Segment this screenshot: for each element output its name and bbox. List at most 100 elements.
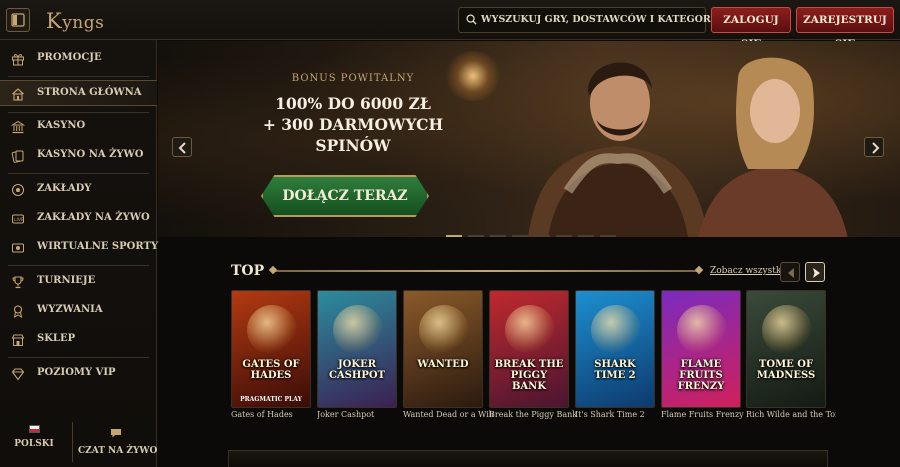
sidebar-item-label: ZAKŁADY <box>37 183 92 194</box>
arrow-right-icon <box>813 268 820 278</box>
sidebar-item-home[interactable]: STRONA GŁÓWNA <box>0 80 157 106</box>
live-icon: LIVE <box>12 214 24 224</box>
join-now-button[interactable]: DOŁĄCZ TERAZ <box>261 175 429 217</box>
game-tile[interactable]: FLAME FRUITS FRENZY Flame Fruits Frenzy <box>661 290 744 419</box>
sidebar-item-bets[interactable]: ZAKŁADY <box>0 177 157 203</box>
search-placeholder: WYSZUKUJ GRY, DOSTAWCÓW I KATEGORIE <box>481 14 723 25</box>
hero-queen-figure <box>698 57 848 237</box>
carousel-dot[interactable] <box>556 235 572 237</box>
sidebar-item-virtual-sports[interactable]: WIRTUALNE SPORTY <box>0 235 158 261</box>
game-artwork <box>762 305 812 355</box>
sidebar-toggle-icon <box>11 13 25 27</box>
hero-next-button[interactable] <box>864 137 884 157</box>
games-next-button[interactable] <box>805 262 825 282</box>
carousel-dot[interactable] <box>512 235 528 237</box>
game-thumbnail[interactable]: WANTED <box>403 290 483 408</box>
sidebar-divider <box>8 265 149 266</box>
sidebar-item-label: PROMOCJE <box>37 52 102 63</box>
game-name: It's Shark Time 2 <box>575 410 645 419</box>
carousel-dot[interactable] <box>600 235 616 237</box>
game-name: Joker Cashpot <box>317 410 375 419</box>
casino-icon <box>11 120 25 134</box>
diamond-icon <box>11 368 25 381</box>
sidebar-item-shop[interactable]: SKLEP <box>0 327 157 353</box>
sidebar-item-label: TURNIEJE <box>37 275 96 286</box>
game-thumbnail-title: BREAK THE PIGGY BANK <box>494 359 564 392</box>
chat-label: CZAT NA ŻYWO <box>78 446 158 456</box>
trophy-icon <box>12 276 24 289</box>
hero-prev-button[interactable] <box>172 137 192 157</box>
game-name: Gates of Hades <box>231 410 293 419</box>
sidebar-item-tournaments[interactable]: TURNIEJE <box>0 269 157 295</box>
section-title-ornament <box>272 270 700 272</box>
search-icon <box>466 14 477 25</box>
sidebar-item-label: KASYNO NA ŻYWO <box>37 149 144 160</box>
game-thumbnail[interactable]: BREAK THE PIGGY BANK <box>489 290 569 408</box>
poland-flag-icon <box>28 425 40 433</box>
games-prev-button[interactable] <box>780 262 800 282</box>
carousel-dot[interactable] <box>578 235 594 237</box>
language-label: POLSKI <box>14 439 54 449</box>
game-provider-label: PRAGMATIC PLAY <box>240 396 302 403</box>
sidebar-item-label: SKLEP <box>37 333 76 344</box>
sidebar-divider <box>8 76 149 77</box>
game-artwork <box>677 305 727 355</box>
game-thumbnail-title: FLAME FRUITS FRENZY <box>677 359 725 392</box>
sidebar-item-promotions[interactable]: PROMOCJE <box>0 46 157 72</box>
gift-icon <box>12 54 24 66</box>
game-thumbnail[interactable]: TOME OF MADNESS <box>746 290 826 408</box>
register-button[interactable]: ZAREJESTRUJ SIĘ <box>796 7 894 50</box>
game-thumbnail[interactable]: SHARK TIME 2 <box>575 290 655 408</box>
sidebar-item-challenges[interactable]: WYZWANIA <box>0 298 157 324</box>
football-icon <box>11 183 25 197</box>
top-header: Kyngs WYSZUKUJ GRY, DOSTAWCÓW I KATEGORI… <box>0 0 900 50</box>
game-thumbnail-title: TOME OF MADNESS <box>756 359 816 381</box>
carousel-dot[interactable] <box>490 235 506 237</box>
game-artwork <box>333 305 383 355</box>
carousel-dot[interactable] <box>446 235 462 237</box>
game-thumbnail[interactable]: FLAME FRUITS FRENZY <box>661 290 741 408</box>
login-button[interactable]: ZALOGUJ SIĘ <box>711 7 791 50</box>
game-thumbnail[interactable]: JOKER CASHPOT <box>317 290 397 408</box>
carousel-dot[interactable] <box>534 235 550 237</box>
sidebar-divider <box>8 173 149 174</box>
live-chat-button[interactable]: CZAT NA ŻYWO <box>78 427 158 456</box>
sidebar-item-live-bets[interactable]: LIVE ZAKŁADY NA ŻYWO <box>0 206 157 232</box>
sidebar: PROMOCJE STRONA GŁÓWNA KASYNO KASYNO NA … <box>0 40 158 467</box>
game-tile[interactable]: WANTED Wanted Dead or a Wild <box>403 290 493 419</box>
sidebar-item-label: POZIOMY VIP <box>37 367 116 378</box>
sidebar-item-live-casino[interactable]: KASYNO NA ŻYWO <box>0 143 157 169</box>
game-thumbnail-title: GATES OF HADES <box>242 359 300 381</box>
sidebar-item-label: ZAKŁADY NA ŻYWO <box>37 212 150 223</box>
virtual-icon <box>12 243 24 253</box>
site-logo[interactable]: Kyngs <box>46 9 104 33</box>
game-tile[interactable]: JOKER CASHPOT Joker Cashpot <box>317 290 397 419</box>
footer-divider <box>72 422 73 462</box>
search-input[interactable]: WYSZUKUJ GRY, DOSTAWCÓW I KATEGORIE <box>458 7 722 33</box>
cards-icon <box>11 150 24 163</box>
see-all-link[interactable]: Zobacz wszystko <box>710 266 787 276</box>
next-section-banner <box>228 450 828 467</box>
game-thumbnail[interactable]: GATES OF HADES PRAGMATIC PLAY <box>231 290 311 408</box>
carousel-dot[interactable] <box>468 235 484 237</box>
shop-icon <box>11 334 25 346</box>
hero-banner[interactable]: BONUS POWITALNY 100% DO 6000 ZŁ + 300 DA… <box>158 41 900 237</box>
game-tile[interactable]: TOME OF MADNESS Rich Wilde and the Tome o… <box>746 290 836 419</box>
sidebar-item-casino[interactable]: KASYNO <box>0 114 157 140</box>
game-name: Rich Wilde and the Tome of Madness <box>746 410 836 419</box>
chevron-left-icon <box>178 142 186 154</box>
section-title: TOP <box>231 263 265 279</box>
chat-icon <box>111 429 121 438</box>
sidebar-toggle-button[interactable] <box>6 8 30 32</box>
game-tile[interactable]: BREAK THE PIGGY BANK Break the Piggy Bank <box>489 290 577 419</box>
game-tile[interactable]: GATES OF HADES PRAGMATIC PLAY Gates of Had… <box>231 290 311 419</box>
game-thumbnail-title: JOKER CASHPOT <box>328 359 386 381</box>
language-selector[interactable]: POLSKI <box>14 425 54 449</box>
game-artwork <box>247 305 297 355</box>
arrow-left-icon <box>788 268 794 278</box>
hero-subtitle: BONUS POWITALNY <box>291 73 415 84</box>
sidebar-item-vip-levels[interactable]: POZIOMY VIP <box>0 361 157 387</box>
game-tile[interactable]: SHARK TIME 2 It's Shark Time 2 <box>575 290 655 419</box>
hero-title: 100% DO 6000 ZŁ + 300 DARMOWYCH SPINÓW <box>253 93 453 156</box>
svg-text:LIVE: LIVE <box>14 217 24 223</box>
